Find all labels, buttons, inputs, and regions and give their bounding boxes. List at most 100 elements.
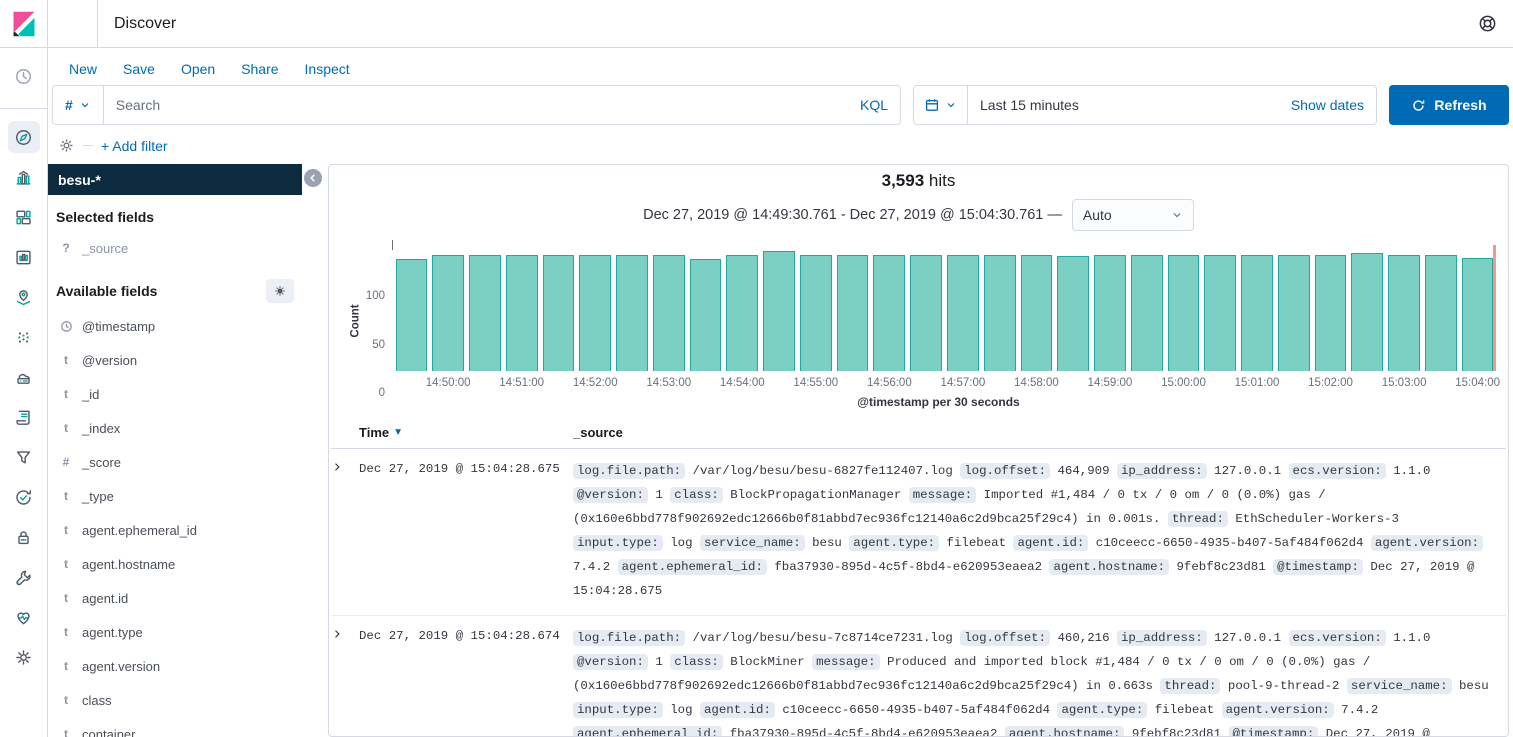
- nav-item-logs[interactable]: [8, 401, 40, 433]
- histogram-bar-14:56:30[interactable]: [910, 255, 942, 371]
- field-name: agent.ephemeral_id: [82, 523, 197, 538]
- nav-item-management[interactable]: [8, 641, 40, 673]
- field-item-agent.version[interactable]: tagent.version: [48, 649, 302, 683]
- histogram-bar-14:58:00[interactable]: [1021, 255, 1053, 371]
- field-item-_source[interactable]: ?_source: [48, 231, 302, 265]
- histogram-bar-14:50:30[interactable]: [469, 255, 501, 371]
- nav-item-visualize[interactable]: [8, 161, 40, 193]
- field-item-agent.hostname[interactable]: tagent.hostname: [48, 547, 302, 581]
- field-item-_id[interactable]: t_id: [48, 377, 302, 411]
- field-badge: thread:: [1160, 678, 1220, 694]
- hits-label: hits: [929, 171, 955, 190]
- search-input[interactable]: [104, 97, 848, 113]
- histogram-bar-14:54:00[interactable]: [726, 255, 758, 371]
- nav-item-maps[interactable]: [8, 281, 40, 313]
- field-badge: log.offset:: [960, 463, 1050, 479]
- menu-link-share[interactable]: Share: [241, 61, 278, 77]
- column-header-time[interactable]: Time ▼: [359, 425, 573, 440]
- histogram-bar-15:03:00[interactable]: [1388, 255, 1420, 371]
- field-item-_index[interactable]: t_index: [48, 411, 302, 445]
- filter-gear-icon[interactable]: [58, 137, 75, 154]
- histogram-bar-14:52:00[interactable]: [579, 255, 611, 371]
- field-name: _index: [82, 421, 120, 436]
- nav-item-dev-tools[interactable]: [8, 561, 40, 593]
- field-item-@timestamp[interactable]: @timestamp: [48, 309, 302, 343]
- collapse-sidebar-button[interactable]: [304, 169, 322, 187]
- time-cell: Dec 27, 2019 @ 15:04:28.675: [359, 459, 573, 603]
- menu-link-save[interactable]: Save: [123, 61, 155, 77]
- field-badge: log.offset:: [960, 630, 1050, 646]
- histogram-interval-select[interactable]: Auto: [1072, 199, 1194, 231]
- histogram-bar-15:04:00[interactable]: [1462, 258, 1494, 371]
- source-cell: log.file.path: /var/log/besu/besu-6827fe…: [573, 459, 1506, 603]
- field-item-class[interactable]: tclass: [48, 683, 302, 717]
- nav-item-uptime[interactable]: [8, 481, 40, 513]
- histogram-bar-14:57:30[interactable]: [984, 255, 1016, 371]
- menu-link-inspect[interactable]: Inspect: [305, 61, 350, 77]
- nav-item-stack-monitoring[interactable]: [8, 601, 40, 633]
- field-badge: ip_address:: [1117, 463, 1207, 479]
- field-item-@version[interactable]: t@version: [48, 343, 302, 377]
- field-item-agent.type[interactable]: tagent.type: [48, 615, 302, 649]
- kql-button[interactable]: KQL: [848, 97, 900, 113]
- time-range-value[interactable]: Last 15 minutes: [968, 97, 1291, 113]
- histogram-bar-14:57:00[interactable]: [947, 255, 979, 371]
- nav-item-siem[interactable]: [8, 521, 40, 553]
- expand-row-button[interactable]: [331, 626, 359, 736]
- funnel-icon: [14, 448, 33, 467]
- histogram-bar-14:58:30[interactable]: [1057, 256, 1089, 371]
- menu-link-open[interactable]: Open: [181, 61, 215, 77]
- nav-item-apm[interactable]: [8, 441, 40, 473]
- field-name: agent.hostname: [82, 557, 175, 572]
- expand-row-button[interactable]: [331, 459, 359, 603]
- field-item-_type[interactable]: t_type: [48, 479, 302, 513]
- field-item-agent.id[interactable]: tagent.id: [48, 581, 302, 615]
- index-pattern-switcher[interactable]: besu-*: [48, 164, 302, 195]
- field-item-agent.ephemeral_id[interactable]: tagent.ephemeral_id: [48, 513, 302, 547]
- field-settings-button[interactable]: [266, 279, 294, 303]
- histogram-bar-15:01:30[interactable]: [1278, 255, 1310, 371]
- histogram-bar-14:59:00[interactable]: [1094, 255, 1126, 371]
- nav-item-canvas[interactable]: [8, 241, 40, 273]
- histogram-bar-14:52:30[interactable]: [616, 255, 648, 371]
- histogram-bar-14:54:30[interactable]: [763, 251, 795, 371]
- histogram-bar-15:02:00[interactable]: [1315, 255, 1347, 371]
- query-language-filter-button[interactable]: #: [53, 86, 104, 124]
- field-item-container[interactable]: tcontainer: [48, 717, 302, 737]
- help-menu-button[interactable]: [1478, 14, 1497, 33]
- histogram-bar-14:56:00[interactable]: [873, 255, 905, 371]
- show-dates-button[interactable]: Show dates: [1291, 97, 1376, 113]
- histogram-bar-15:00:00[interactable]: [1168, 255, 1200, 371]
- histogram-bar-14:55:30[interactable]: [837, 255, 869, 371]
- add-filter-button[interactable]: + Add filter: [101, 138, 168, 154]
- histogram-bar-14:51:00[interactable]: [506, 255, 538, 371]
- nav-item-infrastructure[interactable]: [8, 361, 40, 393]
- x-axis-tick: 14:55:00: [793, 377, 838, 389]
- histogram-bar-15:03:30[interactable]: [1425, 255, 1457, 371]
- histogram-chart[interactable]: Count 050100 14:50:0014:51:0014:52:0014:…: [329, 231, 1508, 417]
- histogram-bar-14:59:30[interactable]: [1131, 255, 1163, 371]
- nav-item-dashboard[interactable]: [8, 201, 40, 233]
- quick-select-button[interactable]: [914, 86, 968, 124]
- histogram-bar-14:51:30[interactable]: [543, 255, 575, 371]
- histogram-bar-14:53:30[interactable]: [690, 259, 722, 371]
- histogram-bar-14:50:00[interactable]: [432, 255, 464, 371]
- documents-table: Time ▼ _source Dec 27, 2019 @ 15:04:28.6…: [329, 417, 1508, 736]
- nav-item-discover[interactable]: [8, 121, 40, 153]
- menu-link-new[interactable]: New: [69, 61, 97, 77]
- histogram-bar-15:01:00[interactable]: [1241, 255, 1273, 371]
- histogram-bar-14:49:30[interactable]: [396, 259, 428, 371]
- sort-desc-icon[interactable]: ▼: [393, 427, 403, 438]
- available-fields-heading: Available fields: [56, 283, 157, 299]
- field-badge: log.file.path:: [573, 463, 685, 479]
- nav-item-machine-learning[interactable]: [8, 321, 40, 353]
- field-item-_score[interactable]: #_score: [48, 445, 302, 479]
- nav-item-recently-viewed[interactable]: [8, 60, 40, 92]
- kibana-logo[interactable]: [0, 0, 48, 48]
- refresh-button[interactable]: Refresh: [1389, 85, 1509, 125]
- breadcrumb: D: [48, 0, 98, 48]
- histogram-bar-14:55:00[interactable]: [800, 255, 832, 371]
- histogram-bar-14:53:00[interactable]: [653, 255, 685, 371]
- histogram-bar-15:02:30[interactable]: [1351, 253, 1383, 371]
- histogram-bar-15:00:30[interactable]: [1204, 255, 1236, 371]
